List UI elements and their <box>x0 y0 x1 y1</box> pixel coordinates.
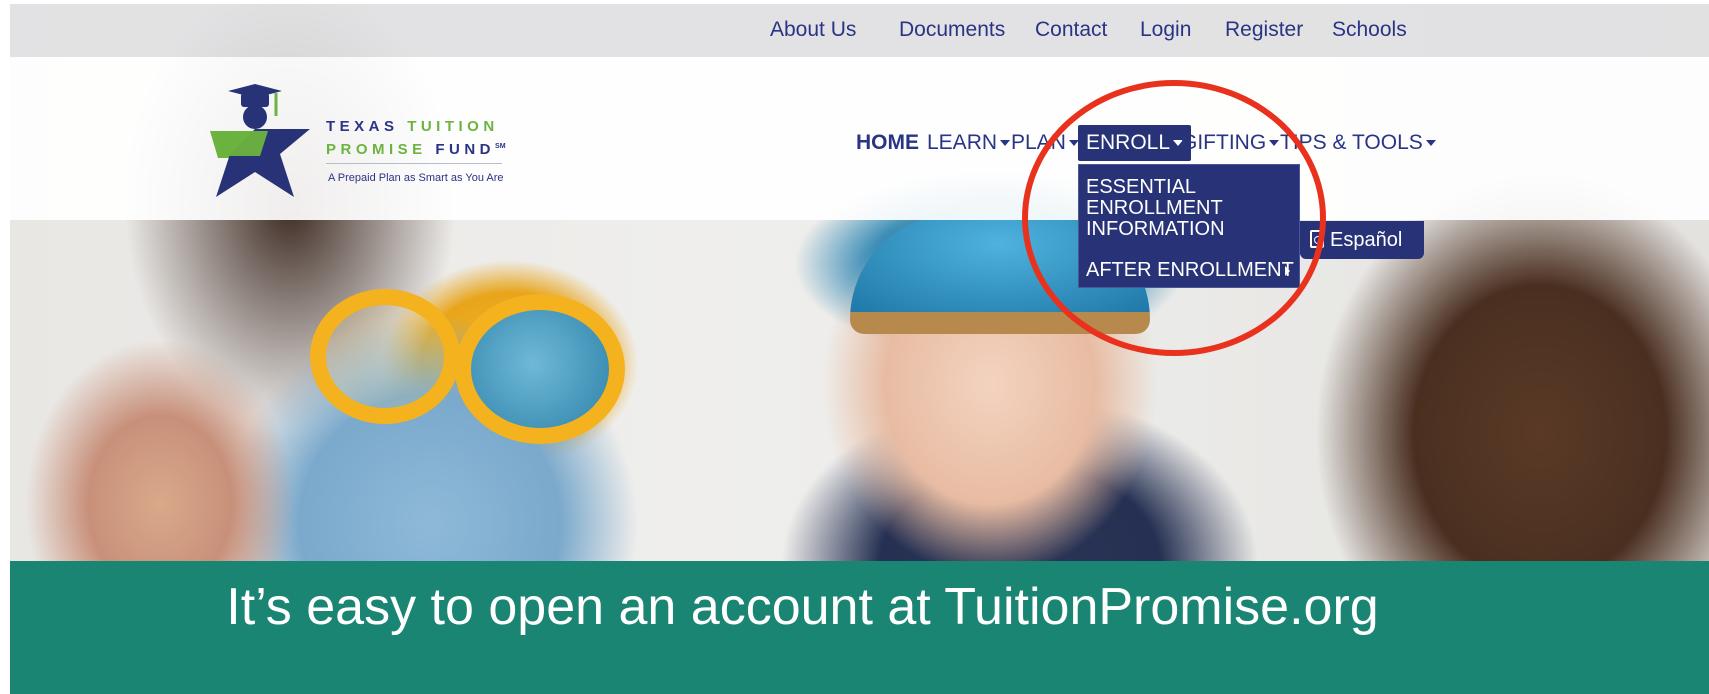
menu-item-after-enrollment[interactable]: AFTER ENROLLMENT <box>1086 260 1294 281</box>
menu-item-essential-enrollment-information[interactable]: ESSENTIAL ENROLLMENT INFORMATION <box>1086 177 1246 240</box>
util-link-schools[interactable]: Schools <box>1332 18 1407 42</box>
nav-learn[interactable]: LEARN <box>927 125 1011 161</box>
chevron-down-icon <box>1269 140 1280 147</box>
logo-word-texas: TEXAS <box>326 118 399 135</box>
nav-enroll[interactable]: ENROLL <box>1078 125 1192 161</box>
banner-text: It’s easy to open an account at TuitionP… <box>226 578 1379 636</box>
nav-enroll-label: ENROLL <box>1086 131 1171 154</box>
logo-service-mark: SM <box>495 143 506 150</box>
toy-glasses-left-lens <box>310 289 460 424</box>
util-link-register[interactable]: Register <box>1225 18 1303 42</box>
page: About Us Documents Contact Login Registe… <box>10 4 1709 694</box>
nav-plan-label: PLAN <box>1011 131 1066 154</box>
chevron-down-icon <box>1425 140 1436 147</box>
nav-home[interactable]: HOME <box>856 125 919 161</box>
nav-home-label: HOME <box>856 131 919 154</box>
pdf-icon <box>1310 230 1324 248</box>
nav-tips-and-tools[interactable]: TIPS & TOOLS <box>1280 125 1436 161</box>
nav-tips-label: TIPS & TOOLS <box>1280 131 1423 154</box>
logo-word-fund: FUND <box>435 141 496 158</box>
util-link-login[interactable]: Login <box>1140 18 1191 42</box>
logo-wordmark-line2: PROMISE FUNDSM <box>326 141 506 158</box>
logo-word-tuition: TUITION <box>407 118 499 135</box>
promo-banner: It’s easy to open an account at TuitionP… <box>10 561 1709 694</box>
toy-glasses-right-lens <box>455 294 625 444</box>
utility-bar: About Us Documents Contact Login Registe… <box>10 4 1709 57</box>
graduate-star-icon <box>210 84 310 197</box>
espanol-pdf-button[interactable]: Español <box>1300 221 1424 259</box>
site-logo[interactable]: TEXAS TUITION PROMISE FUNDSM A Prepaid P… <box>210 84 540 200</box>
logo-wordmark-line1: TEXAS TUITION <box>326 118 499 135</box>
util-link-about-us[interactable]: About Us <box>770 18 856 42</box>
nav-gifting[interactable]: GIFTING <box>1181 125 1280 161</box>
enroll-dropdown-menu: ESSENTIAL ENROLLMENT INFORMATION AFTER E… <box>1078 164 1300 288</box>
util-link-documents[interactable]: Documents <box>899 18 1005 42</box>
nav-plan[interactable]: PLAN <box>1011 125 1079 161</box>
logo-word-promise: PROMISE <box>326 141 427 158</box>
chevron-right-icon <box>1285 266 1290 276</box>
chevron-down-icon <box>1000 140 1011 147</box>
espanol-label: Español <box>1330 229 1403 251</box>
nav-gifting-label: GIFTING <box>1181 131 1267 154</box>
util-link-contact[interactable]: Contact <box>1035 18 1107 42</box>
logo-tagline: A Prepaid Plan as Smart as You Are <box>328 172 504 184</box>
logo-divider <box>326 163 502 164</box>
nav-learn-label: LEARN <box>927 131 998 154</box>
